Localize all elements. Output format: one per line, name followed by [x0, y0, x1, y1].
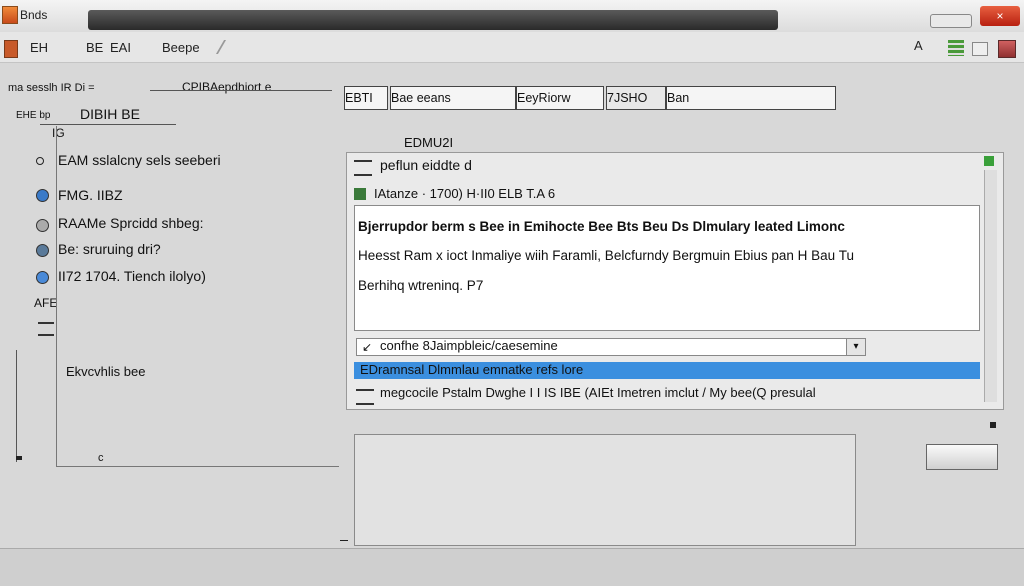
scroll-arrow-icon[interactable]	[990, 422, 996, 428]
toolbar-item-4[interactable]: Beepe	[162, 40, 200, 55]
close-button[interactable]: ×	[980, 6, 1020, 26]
preview-box	[354, 434, 856, 546]
list-row[interactable]: megcocile Pstalm Dwghe I I IS IBE (AIEt …	[380, 385, 1006, 404]
app-icon	[2, 6, 18, 24]
font-button[interactable]: A	[914, 38, 923, 53]
selected-row-label: EDramnsal Dlmmlau emnatke refs lore	[360, 362, 584, 377]
tab-4[interactable]: 7JSHO	[606, 86, 666, 110]
globe-icon	[36, 271, 49, 284]
scrollbar[interactable]	[984, 170, 997, 402]
header-row: peflun eiddte d	[380, 157, 472, 173]
tree-sub-item[interactable]: Ekvcvhlis bee	[66, 364, 145, 379]
image-icon[interactable]	[972, 42, 988, 56]
tree-line	[16, 350, 17, 462]
section-label: AFE	[34, 296, 58, 310]
header-divider	[150, 90, 332, 91]
left-header: CPIBAepdhiort e	[182, 80, 272, 94]
corner-mark	[340, 540, 348, 541]
list-icon	[356, 389, 374, 405]
dropdown-button[interactable]: ▾	[846, 338, 866, 356]
left-subheader-small: EHE bp	[16, 110, 51, 121]
radio-icon[interactable]	[36, 157, 44, 165]
eye-icon	[36, 219, 49, 232]
text-line: Bjerrupdor berm s Bee in Emihocte Bee Bt…	[358, 219, 845, 234]
gear-icon	[36, 244, 49, 257]
text-line: Heesst Ram x ioct Inmaliye wiih Faramli,…	[358, 248, 854, 263]
globe-icon	[36, 189, 49, 202]
minimize-button[interactable]	[930, 14, 972, 28]
tab-1[interactable]: EBTI	[344, 86, 388, 110]
toolbar	[0, 32, 1024, 63]
text-line: Berhihq wtreninq. P7	[358, 278, 484, 293]
collapse-icon[interactable]	[16, 456, 22, 460]
tab-2[interactable]: Bae eeans	[390, 86, 516, 110]
tab-3[interactable]: EeyRiorw	[516, 86, 604, 110]
input-value: confhe 8Jaimpbleic/caesemine	[380, 338, 558, 353]
window-title: Bnds	[20, 8, 48, 22]
tab-5[interactable]: Ban	[666, 86, 836, 110]
document-icon[interactable]	[4, 40, 18, 58]
toolbar-item-3[interactable]: EAI	[110, 40, 131, 55]
subheader-divider	[40, 124, 176, 125]
table-icon	[354, 188, 366, 200]
tree-box	[56, 126, 339, 467]
menu-icon[interactable]	[38, 322, 54, 336]
chart-icon[interactable]	[948, 40, 964, 56]
list-icon	[354, 160, 372, 176]
exit-icon[interactable]	[998, 40, 1016, 58]
title-field	[88, 10, 778, 30]
status-bar	[0, 548, 1024, 586]
apply-button[interactable]	[926, 444, 998, 470]
status-icon	[984, 156, 994, 166]
main-heading: EDMU2I	[404, 135, 454, 150]
box-note: c	[98, 452, 104, 464]
edit-icon: ↙	[362, 340, 373, 354]
left-subheader-title: DIBIH BE	[80, 106, 140, 122]
toolbar-item-1[interactable]: EH	[30, 40, 48, 55]
left-header-prefix: ma sesslh IR Di =	[8, 82, 95, 94]
toolbar-item-2[interactable]: BE	[86, 40, 103, 55]
info-row: IAtanze · 1700) H·II0 ELB T.A 6	[374, 186, 556, 201]
